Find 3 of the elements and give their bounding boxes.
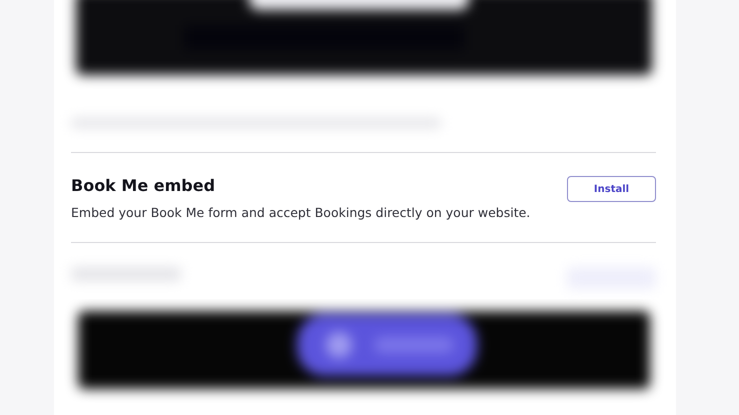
install-button[interactable]: Install	[567, 176, 656, 202]
integration-description: Embed your Book Me form and accept Bookings directly on your website.	[71, 204, 530, 222]
integration-title: Book Me embed	[71, 176, 216, 196]
